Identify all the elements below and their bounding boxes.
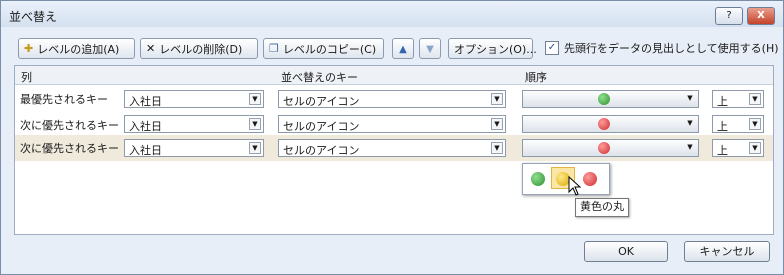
column-select[interactable]: 入社日 ▼: [124, 115, 264, 133]
column-select-value: 入社日: [129, 95, 162, 108]
chevron-down-icon[interactable]: ▼: [491, 118, 503, 130]
direction-select[interactable]: 上 ▼: [712, 139, 764, 157]
chevron-down-icon[interactable]: ▼: [684, 93, 696, 105]
sort-dialog: 並べ替え ? X ✚ レベルの追加(A) ✕ レベルの削除(D) ❐ レベルのコ…: [0, 0, 784, 275]
grid-header: 列 並べ替えのキー 順序: [15, 66, 773, 85]
column-select-value: 入社日: [129, 144, 162, 157]
add-level-label: レベルの追加(A): [37, 42, 120, 56]
sort-key-select[interactable]: セルのアイコン ▼: [278, 90, 506, 108]
direction-select-value: 上: [717, 95, 728, 108]
move-up-button[interactable]: ▲: [392, 38, 414, 59]
column-select-value: 入社日: [129, 120, 162, 133]
chevron-down-icon[interactable]: ▼: [249, 118, 261, 130]
copy-icon: ❐: [269, 42, 279, 55]
mouse-cursor-icon: [568, 176, 582, 196]
copy-level-label: レベルのコピー(C): [282, 42, 377, 56]
header-row-option[interactable]: ✓ 先頭行をデータの見出しとして使用する(H): [545, 40, 779, 56]
sort-key-select-value: セルのアイコン: [283, 144, 360, 157]
row-label: 次に優先されるキー: [20, 119, 119, 132]
direction-select-value: 上: [717, 120, 728, 133]
column-select[interactable]: 入社日 ▼: [124, 139, 264, 157]
direction-select-value: 上: [717, 144, 728, 157]
add-level-icon: ✚: [24, 42, 34, 55]
arrow-down-icon: ▼: [426, 44, 434, 55]
options-label: オプション(O)...: [454, 42, 537, 56]
add-level-button[interactable]: ✚ レベルの追加(A): [18, 38, 135, 59]
sort-key-select[interactable]: セルのアイコン ▼: [278, 115, 506, 133]
green-circle-icon: [598, 93, 610, 105]
help-button[interactable]: ?: [715, 7, 743, 25]
header-order: 順序: [525, 71, 547, 84]
copy-level-button[interactable]: ❐ レベルのコピー(C): [263, 38, 384, 59]
icon-tooltip: 黄色の丸: [575, 198, 629, 217]
red-circle-icon: [598, 142, 610, 154]
dialog-title: 並べ替え: [9, 10, 58, 24]
title-bar[interactable]: 並べ替え ? X: [1, 1, 783, 27]
red-circle-icon: [598, 118, 610, 130]
icon-order-select[interactable]: ▼: [522, 90, 699, 108]
move-down-button[interactable]: ▼: [419, 38, 441, 59]
sort-key-select-value: セルのアイコン: [283, 120, 360, 133]
arrow-up-icon: ▲: [399, 44, 407, 55]
options-button[interactable]: オプション(O)...: [448, 38, 537, 59]
row-label: 最優先されるキー: [20, 93, 108, 106]
icon-order-select[interactable]: ▼: [522, 115, 699, 133]
ok-button[interactable]: OK: [584, 241, 668, 262]
header-column: 列: [21, 71, 32, 84]
sort-levels-grid: 列 並べ替えのキー 順序 最優先されるキー 入社日 ▼ セルのアイコン ▼ ▼ …: [14, 65, 774, 235]
cancel-button[interactable]: キャンセル: [684, 241, 770, 262]
icon-order-select[interactable]: ▼: [522, 139, 699, 157]
row-label: 次に優先されるキー: [20, 142, 119, 155]
chevron-down-icon[interactable]: ▼: [684, 142, 696, 154]
sort-key-select[interactable]: セルのアイコン ▼: [278, 139, 506, 157]
chevron-down-icon[interactable]: ▼: [749, 142, 761, 154]
icon-picker-dropdown: [522, 163, 610, 195]
chevron-down-icon[interactable]: ▼: [491, 93, 503, 105]
header-row-checkbox-label: 先頭行をデータの見出しとして使用する(H): [564, 42, 779, 55]
delete-icon: ✕: [146, 42, 156, 55]
green-circle-icon[interactable]: [531, 172, 545, 186]
direction-select[interactable]: 上 ▼: [712, 115, 764, 133]
red-circle-icon[interactable]: [583, 172, 597, 186]
sort-level-row[interactable]: 最優先されるキー 入社日 ▼ セルのアイコン ▼ ▼ 上 ▼: [15, 86, 773, 112]
chevron-down-icon[interactable]: ▼: [749, 93, 761, 105]
delete-level-button[interactable]: ✕ レベルの削除(D): [140, 38, 258, 59]
chevron-down-icon[interactable]: ▼: [249, 93, 261, 105]
header-sort-key: 並べ替えのキー: [281, 71, 358, 84]
column-select[interactable]: 入社日 ▼: [124, 90, 264, 108]
chevron-down-icon[interactable]: ▼: [684, 118, 696, 130]
direction-select[interactable]: 上 ▼: [712, 90, 764, 108]
sort-level-row-selected[interactable]: 次に優先されるキー 入社日 ▼ セルのアイコン ▼ ▼ 上 ▼: [15, 135, 773, 161]
close-button[interactable]: X: [747, 7, 775, 25]
header-row-checkbox[interactable]: ✓: [545, 41, 559, 55]
sort-key-select-value: セルのアイコン: [283, 95, 360, 108]
chevron-down-icon[interactable]: ▼: [749, 118, 761, 130]
chevron-down-icon[interactable]: ▼: [249, 142, 261, 154]
delete-level-label: レベルの削除(D): [159, 42, 243, 56]
chevron-down-icon[interactable]: ▼: [491, 142, 503, 154]
